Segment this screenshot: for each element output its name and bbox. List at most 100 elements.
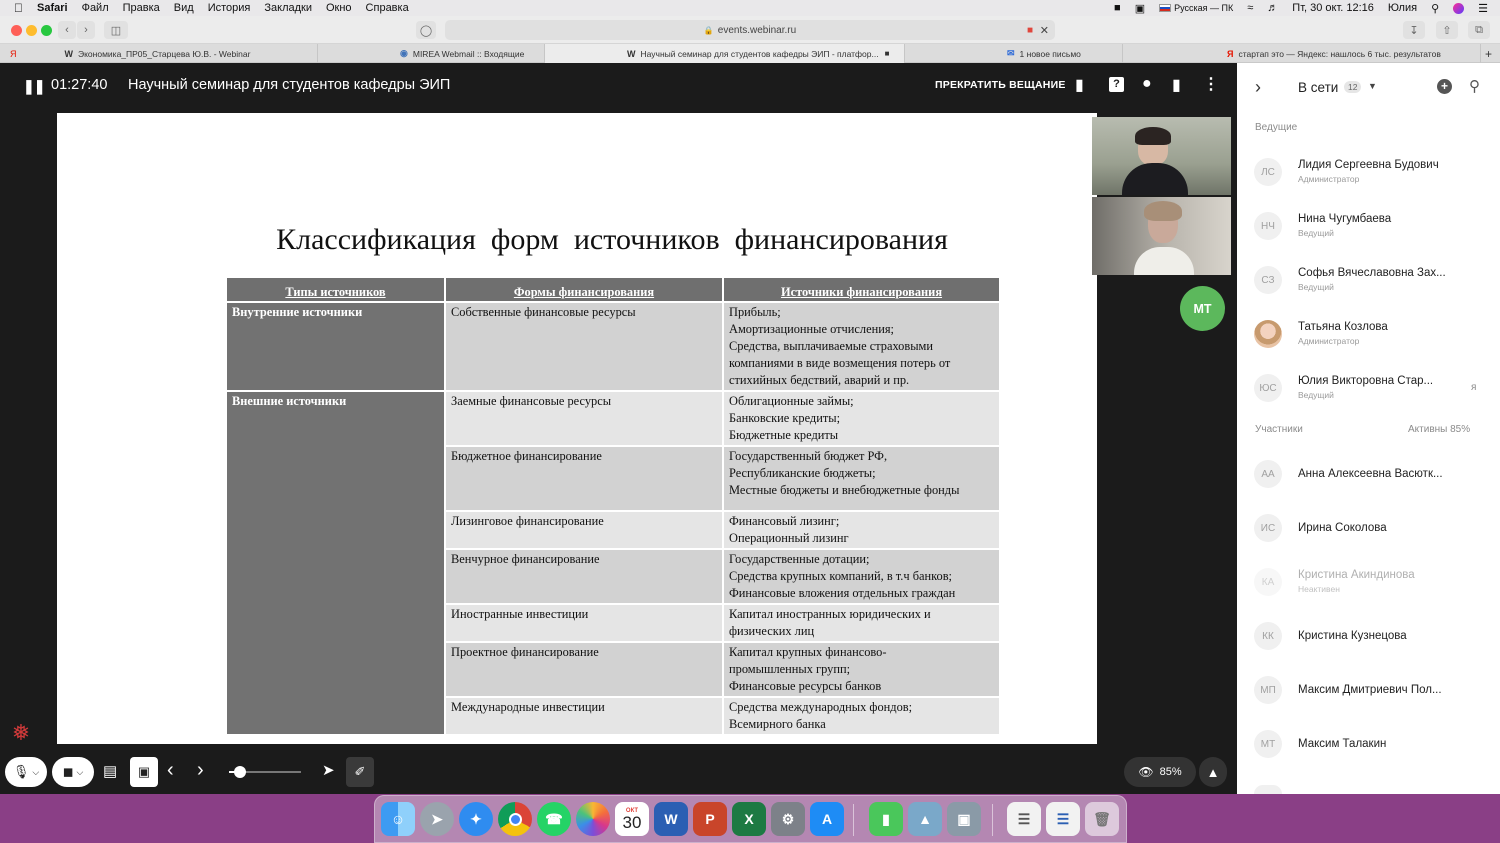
participant-item[interactable]: МТ Максим Талакин <box>1237 717 1500 771</box>
self-avatar[interactable]: МТ <box>1180 286 1225 331</box>
recording-icon[interactable]: ■ <box>1027 25 1033 36</box>
menu-help[interactable]: Справка <box>366 2 409 14</box>
system-preferences-icon[interactable]: ⚙ <box>771 802 805 836</box>
image-capture-icon[interactable]: ▣ <box>947 802 981 836</box>
share-icon[interactable]: ⇧ <box>1436 21 1458 39</box>
tab-audio-icon[interactable]: ■ <box>885 49 890 58</box>
menu-file[interactable]: Файл <box>82 2 109 14</box>
address-bar[interactable]: 🔒 events.webinar.ru ■ ✕ <box>445 20 1055 40</box>
tab-yandex-search[interactable]: Я стартап это — Яндекс: нашлось 6 тыс. р… <box>1123 44 1481 63</box>
camera-tile-participant[interactable] <box>1092 197 1231 275</box>
participant-item[interactable]: ИС Ирина Соколова <box>1237 501 1500 555</box>
source-line: Облигационные займы; <box>729 394 854 408</box>
file-icon[interactable]: ▮ <box>1172 75 1181 95</box>
volume-icon[interactable]: ♬ <box>1267 2 1278 14</box>
app-store-icon[interactable]: A <box>810 802 844 836</box>
participant-item[interactable]: Татьяна Козлова Администратор <box>1237 307 1500 361</box>
preview-icon[interactable]: ▲ <box>908 802 942 836</box>
word-document-icon[interactable]: ☰ <box>1046 802 1080 836</box>
participant-item[interactable]: КК Кристина Кузнецова <box>1237 609 1500 663</box>
zoom-slider[interactable] <box>229 766 301 778</box>
wifi-icon[interactable]: ≈ <box>1247 2 1253 14</box>
calendar-icon[interactable]: ОКТ 30 <box>615 802 649 836</box>
participant-item[interactable]: СЗ Софья Вячеславовна Зах... Ведущий <box>1237 253 1500 307</box>
viewers-indicator[interactable]: 👁 85% <box>1124 757 1196 787</box>
microphone-button[interactable]: 🎙 ⌵ <box>5 757 47 787</box>
participant-item[interactable]: НЧ Нина Чугумбаева Ведущий <box>1237 199 1500 253</box>
draw-tool-button[interactable]: ✐ <box>346 757 374 787</box>
safari-icon[interactable]: ✦ <box>459 802 493 836</box>
privacy-shield-icon[interactable]: ◯ <box>416 21 436 39</box>
stop-loading-icon[interactable]: ✕ <box>1040 24 1049 37</box>
participant-item[interactable]: МП Максим Дмитриевич Пол... <box>1237 663 1500 717</box>
camera-tile-host[interactable] <box>1092 117 1231 195</box>
close-window-button[interactable] <box>11 25 22 36</box>
tab-economics[interactable]: Я W Экономика_ПР05_Старцева Ю.В. - Webin… <box>0 44 318 63</box>
forward-button[interactable]: › <box>77 21 95 39</box>
address-bar-url: events.webinar.ru <box>717 24 797 36</box>
clock[interactable]: Пт, 30 окт. 12:16 <box>1292 2 1374 14</box>
menu-window[interactable]: Окно <box>326 2 352 14</box>
sidebar-toggle-icon[interactable]: ◫ <box>104 21 128 39</box>
facetime-icon[interactable]: ▮ <box>869 802 903 836</box>
chrome-icon[interactable] <box>498 802 532 836</box>
launchpad-icon[interactable]: ➤ <box>420 802 454 836</box>
previous-slide-icon[interactable]: ‹ <box>167 759 174 782</box>
menu-edit[interactable]: Правка <box>123 2 160 14</box>
whatsapp-icon[interactable]: ☎ <box>537 802 571 836</box>
participants-icon[interactable]: ● <box>1142 75 1152 93</box>
document-stack-icon[interactable]: ☰ <box>1007 802 1041 836</box>
stop-broadcast-button[interactable]: ПРЕКРАТИТЬ ВЕЩАНИЕ <box>935 79 1066 91</box>
spotlight-icon[interactable]: ⚲ <box>1431 2 1439 15</box>
pointer-icon[interactable]: ➤ <box>322 761 335 779</box>
menu-app-name[interactable]: Safari <box>37 2 68 14</box>
zoom-slider-handle[interactable] <box>234 766 246 778</box>
participant-item-inactive[interactable]: КА Кристина Акиндинова Неактивен <box>1237 555 1500 609</box>
excel-icon[interactable]: X <box>732 802 766 836</box>
siri-icon[interactable] <box>1453 2 1465 14</box>
menu-history[interactable]: История <box>208 2 251 14</box>
activity-button[interactable]: ▲ <box>1199 757 1227 787</box>
camera-status-icon[interactable]: ■ <box>1114 2 1121 14</box>
camera-button[interactable]: ◼ ⌵ <box>52 757 94 787</box>
back-button[interactable]: ‹ <box>58 21 76 39</box>
photos-icon[interactable] <box>576 802 610 836</box>
search-icon[interactable]: ⚲ <box>1469 77 1480 95</box>
tab-new-mail[interactable]: ✉ 1 новое письмо <box>905 44 1123 63</box>
keyboard-layout[interactable]: Русская — ПК <box>1159 2 1233 14</box>
screen-share-icon[interactable]: ▤ <box>103 762 117 780</box>
tab-webmail[interactable]: ◉ MIREA Webmail :: Входящие <box>318 44 545 63</box>
eye-icon: 👁 <box>1138 765 1154 779</box>
chat-icon[interactable]: ▮ <box>1075 75 1084 95</box>
add-participant-icon[interactable]: + <box>1437 79 1452 94</box>
screen-share-icon[interactable]: ▣ <box>1135 2 1145 15</box>
pause-icon[interactable]: ❚❚ <box>23 78 45 95</box>
more-options-icon[interactable]: ⋮ <box>1203 74 1219 94</box>
minimize-window-button[interactable] <box>26 25 37 36</box>
user-name[interactable]: Юлия <box>1388 2 1417 14</box>
chevron-down-icon[interactable]: ▼ <box>1368 81 1377 91</box>
question-icon[interactable]: ? <box>1109 77 1124 92</box>
control-center-icon[interactable]: ☰ <box>1478 2 1488 15</box>
collapse-panel-icon[interactable]: › <box>1255 77 1261 98</box>
tabs-overview-icon[interactable]: ⧉ <box>1468 21 1490 39</box>
participant-item[interactable]: АА Анна Алексеевна Васютк... <box>1237 447 1500 501</box>
menu-view[interactable]: Вид <box>174 2 194 14</box>
avatar: ЛС <box>1254 158 1282 186</box>
downloads-icon[interactable]: ↧ <box>1403 21 1425 39</box>
word-icon[interactable]: W <box>654 802 688 836</box>
zoom-window-button[interactable] <box>41 25 52 36</box>
trash-icon[interactable]: 🗑 <box>1085 802 1119 836</box>
powerpoint-icon[interactable]: P <box>693 802 727 836</box>
participant-item[interactable]: ЛС Лидия Сергеевна Будович Администратор <box>1237 145 1500 199</box>
presentation-button[interactable]: ▣ <box>130 757 158 787</box>
menu-bookmarks[interactable]: Закладки <box>264 2 312 14</box>
new-tab-button[interactable]: + <box>1481 44 1500 63</box>
tab-seminar[interactable]: W Научный семинар для студентов кафедры … <box>545 44 905 63</box>
avatar: АА <box>1254 460 1282 488</box>
finder-icon[interactable]: ☺ <box>381 802 415 836</box>
tab-label: MIREA Webmail :: Входящие <box>412 48 525 59</box>
next-slide-icon[interactable]: › <box>197 759 204 782</box>
participant-item-self[interactable]: ЮС Юлия Викторовна Стар... Ведущий я <box>1237 361 1500 415</box>
apple-icon[interactable]:  <box>14 1 23 15</box>
